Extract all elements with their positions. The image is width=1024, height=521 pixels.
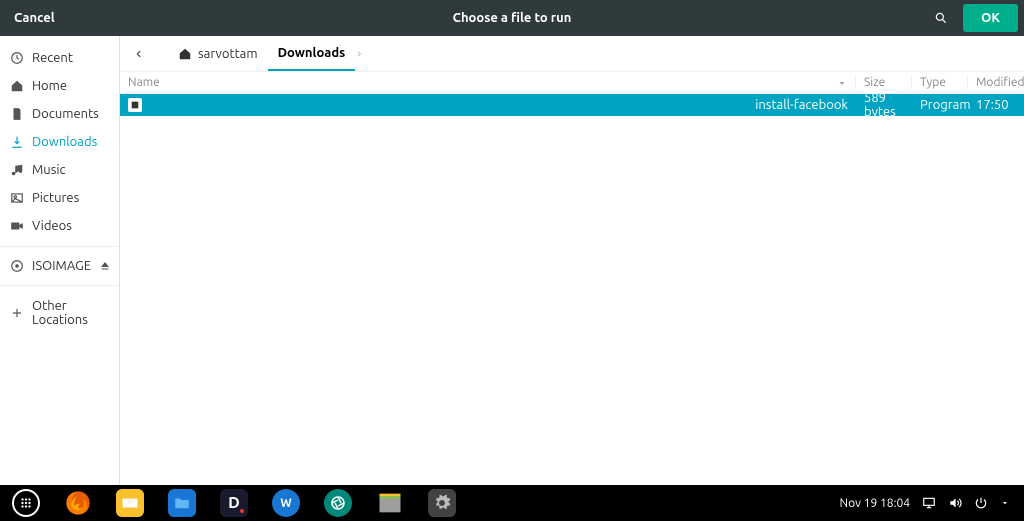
- breadcrumb-label: Downloads: [278, 46, 346, 60]
- archive-icon: [376, 489, 404, 517]
- firefox-launcher[interactable]: [52, 485, 104, 521]
- column-header-modified[interactable]: Modified: [968, 76, 1024, 89]
- chevron-left-icon: [134, 49, 144, 59]
- sidebar-item-downloads[interactable]: Downloads: [0, 128, 119, 156]
- app-launcher-w[interactable]: W: [260, 485, 312, 521]
- sidebar-item-other-locations[interactable]: Other Locations: [0, 292, 119, 334]
- shutter-icon: [324, 489, 352, 517]
- taskbar: D W Nov 19 18:04: [0, 485, 1024, 521]
- sidebar-item-label: Pictures: [32, 191, 79, 205]
- settings-launcher[interactable]: [416, 485, 468, 521]
- app-launcher-shutter[interactable]: [312, 485, 364, 521]
- column-label: Name: [128, 76, 160, 89]
- music-icon: [10, 163, 24, 177]
- breadcrumb-item-downloads[interactable]: Downloads: [268, 36, 356, 71]
- sidebar-item-label: Recent: [32, 51, 73, 65]
- folder-icon: [168, 489, 196, 517]
- sidebar-item-isoimage[interactable]: ISOIMAGE: [0, 253, 119, 279]
- taskbar-clock[interactable]: Nov 19 18:04: [840, 497, 910, 510]
- table-row[interactable]: install-facebook 589 bytes Program 17:50: [120, 94, 1024, 116]
- disc-icon: [10, 259, 24, 273]
- clock-icon: [10, 51, 24, 65]
- breadcrumb-label: sarvottam: [198, 47, 258, 61]
- document-icon: [10, 107, 24, 121]
- w-icon: W: [272, 489, 300, 517]
- sidebar: Recent Home Documents Downloads Music Pi…: [0, 36, 120, 485]
- breadcrumb-item-home[interactable]: sarvottam: [168, 36, 268, 71]
- file-list-panel: sarvottam Downloads Name Size Type Modif…: [120, 36, 1024, 485]
- d-icon: D: [220, 489, 248, 517]
- power-icon[interactable]: [974, 496, 988, 510]
- display-icon[interactable]: [922, 496, 936, 510]
- sidebar-item-label: Music: [32, 163, 66, 177]
- sort-indicator-icon: [837, 78, 847, 88]
- sidebar-item-label: ISOIMAGE: [32, 259, 91, 273]
- picture-icon: [10, 191, 24, 205]
- file-size: 589 bytes: [856, 91, 912, 119]
- search-button[interactable]: [923, 0, 959, 36]
- sidebar-item-label: Downloads: [32, 135, 97, 149]
- sidebar-item-label: Documents: [32, 107, 99, 121]
- dialog-header: Cancel Choose a file to run OK: [0, 0, 1024, 36]
- ok-button[interactable]: OK: [963, 4, 1018, 32]
- sidebar-item-pictures[interactable]: Pictures: [0, 184, 119, 212]
- dialog-title: Choose a file to run: [453, 11, 572, 25]
- chevron-down-icon[interactable]: [1000, 498, 1010, 508]
- breadcrumb-back-button[interactable]: [134, 49, 158, 59]
- app-launcher-archive[interactable]: [364, 485, 416, 521]
- apps-grid-icon: [12, 489, 40, 517]
- sidebar-item-music[interactable]: Music: [0, 156, 119, 184]
- file-chooser-body: Recent Home Documents Downloads Music Pi…: [0, 36, 1024, 485]
- home-icon: [10, 79, 24, 93]
- show-applications-button[interactable]: [0, 485, 52, 521]
- files-launcher[interactable]: [156, 485, 208, 521]
- firefox-icon: [64, 489, 92, 517]
- column-header-type[interactable]: Type: [912, 76, 968, 89]
- chevron-right-icon: [355, 50, 363, 58]
- sidebar-item-recent[interactable]: Recent: [0, 44, 119, 72]
- sidebar-item-documents[interactable]: Documents: [0, 100, 119, 128]
- sidebar-item-label: Home: [32, 79, 67, 93]
- file-modified: 17:50: [968, 98, 1024, 112]
- breadcrumb: sarvottam Downloads: [120, 36, 1024, 72]
- sidebar-item-label: Videos: [32, 219, 72, 233]
- eject-button[interactable]: [99, 260, 111, 272]
- cancel-button[interactable]: Cancel: [0, 0, 69, 36]
- sidebar-item-videos[interactable]: Videos: [0, 212, 119, 240]
- column-header-name[interactable]: Name: [120, 76, 856, 89]
- home-icon: [178, 47, 192, 61]
- search-icon: [934, 11, 948, 25]
- sidebar-item-home[interactable]: Home: [0, 72, 119, 100]
- download-icon: [10, 135, 24, 149]
- system-tray: Nov 19 18:04: [840, 496, 1024, 510]
- plus-icon: [10, 306, 24, 320]
- sidebar-item-label: Other Locations: [32, 299, 109, 327]
- app-launcher-d[interactable]: D: [208, 485, 260, 521]
- volume-icon[interactable]: [948, 496, 962, 510]
- gear-icon: [428, 489, 456, 517]
- mail-launcher[interactable]: [104, 485, 156, 521]
- video-icon: [10, 219, 24, 233]
- column-header-size[interactable]: Size: [856, 76, 912, 89]
- file-name: install-facebook: [755, 98, 848, 112]
- mail-icon: [116, 489, 144, 517]
- file-type: Program: [912, 98, 968, 112]
- executable-file-icon: [128, 98, 142, 112]
